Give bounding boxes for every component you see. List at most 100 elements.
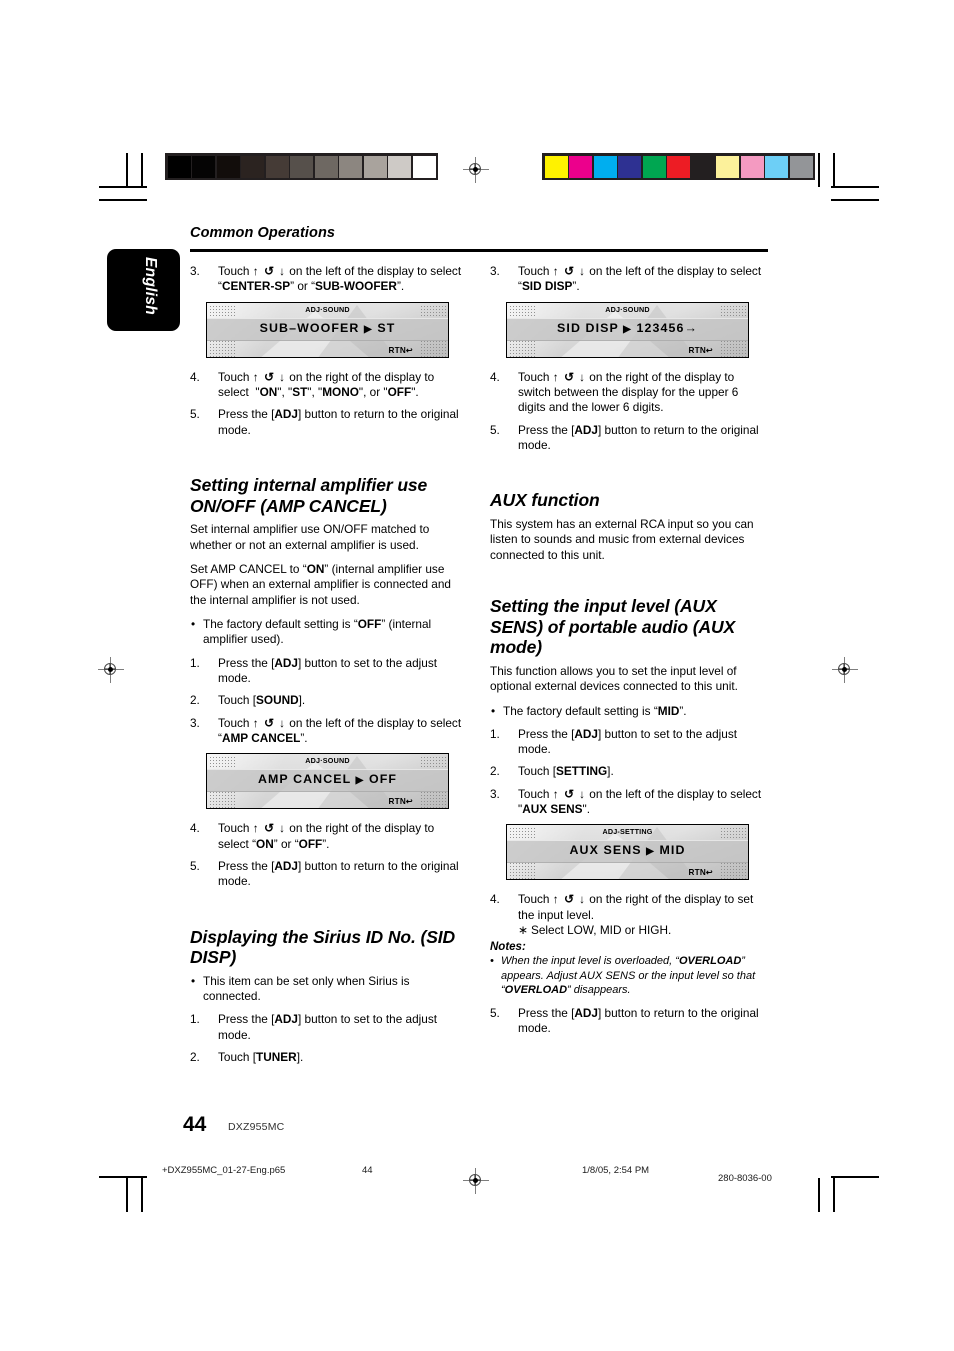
lcd-softkey-bottom-right[interactable] <box>720 339 746 357</box>
calibration-swatch-7 <box>339 155 362 178</box>
calibration-swatch-4 <box>265 155 289 178</box>
lcd-arrow-icon: ▶ <box>623 323 632 335</box>
step-r5: 5. Press the [ADJ] button to return to t… <box>490 423 765 454</box>
calibration-swatch-3 <box>241 155 264 178</box>
lcd-softkey-bottom-left[interactable] <box>209 791 235 809</box>
step-amp-1: 1. Press the [ADJ] button to set to the … <box>190 656 465 687</box>
calibration-swatch-1 <box>192 155 215 178</box>
footer-filename: +DXZ955MC_01-27-Eng.p65 <box>162 1165 286 1176</box>
step-number: 2. <box>490 764 500 779</box>
step-auxsens-3: 3. Touch ↑ ↺ ↓ on the left of the displa… <box>490 787 765 818</box>
auxsens-paragraph: This function allows you to set the inpu… <box>490 663 738 694</box>
lcd-return-label[interactable]: RTN↩ <box>689 867 714 877</box>
step-number: 3. <box>190 715 200 730</box>
notes-label: Notes: <box>490 941 526 954</box>
calibration-swatch-5 <box>290 155 313 178</box>
lcd-display-sid-disp: ADJ·SOUND SID DISP ▶ 123456→ RTN↩ <box>506 301 749 358</box>
language-tab: English <box>107 249 180 331</box>
registration-mark-right <box>832 657 858 683</box>
lcd-main-text: AUX SENS ▶ MID <box>507 841 748 860</box>
step-text: Press the [ADJ] button to return to the … <box>218 407 459 437</box>
amp-bullet-b: OFF <box>357 616 382 631</box>
crop-mark-tl-h2 <box>99 199 147 202</box>
bullet-dot-icon: • <box>191 973 196 988</box>
lcd-softkey-bottom-left[interactable] <box>509 862 535 880</box>
step-text: Press the [ADJ] button to set to the adj… <box>518 726 738 757</box>
calibration-swatch-3 <box>618 155 641 178</box>
amp-bullet-a: The factory default setting is “ <box>203 616 358 631</box>
step-number: 5. <box>490 422 500 437</box>
lcd-softkey-bottom-left[interactable] <box>509 339 535 357</box>
lcd-display-aux-sens: ADJ-SETTING AUX SENS ▶ MID RTN↩ <box>506 824 749 881</box>
step-amp-2: 2. Touch [SOUND]. <box>190 693 465 708</box>
step-l4: 4. Touch ↑ ↺ ↓ on the right of the displ… <box>190 370 465 401</box>
crop-mark-br-v2 <box>833 1178 836 1212</box>
auxsens-bullet-b: MID <box>657 703 680 718</box>
left-column: 3. Touch ↑ ↺ ↓ on the left of the displa… <box>190 264 465 1072</box>
step-text: Touch ↑ ↺ ↓ on the right of the display … <box>518 892 754 922</box>
note-b: OVERLOAD <box>678 955 742 968</box>
step-number: 2. <box>190 1050 200 1065</box>
lcd-softkey-bottom-right[interactable] <box>420 791 446 809</box>
calibration-swatch-8 <box>740 155 764 178</box>
lcd-softkey-bottom-left[interactable] <box>209 339 235 357</box>
calibration-swatch-10 <box>789 155 813 178</box>
auxsens-bullet-a: The factory default setting is “ <box>503 703 658 718</box>
aux-paragraph: This system has an external RCA input so… <box>490 516 754 562</box>
step-text: Touch ↑ ↺ ↓ on the left of the display t… <box>218 264 462 294</box>
crop-mark-br-v1 <box>818 1178 821 1212</box>
crop-mark-tr-v2 <box>833 153 836 187</box>
step-text: Press the [ADJ] button to set to the adj… <box>218 655 438 685</box>
section-title-aux-sens: Setting the input level (AUX SENS) of po… <box>490 595 736 658</box>
calibration-swatch-6 <box>314 155 338 178</box>
step-number: 1. <box>190 1012 200 1027</box>
calibration-swatch-1 <box>569 155 592 178</box>
calibration-swatch-4 <box>642 155 666 178</box>
footer-date: 1/8/05, 2:54 PM <box>582 1165 650 1176</box>
calibration-swatch-0 <box>544 155 568 178</box>
sid-bullet: • This item can be set only when Sirius … <box>190 974 465 1005</box>
crop-mark-bl-v2 <box>141 1178 144 1212</box>
touch-keys-glyph: ↑ ↺ ↓ <box>252 369 287 384</box>
note-a: When the input level is overloaded, “ <box>501 955 679 968</box>
calibration-swatch-8 <box>363 155 387 178</box>
auxsens-substep-text: Select LOW, MID or HIGH. <box>531 923 672 938</box>
step-text: Press the [ADJ] button to return to the … <box>518 422 759 452</box>
step-l5: 5. Press the [ADJ] button to return to t… <box>190 407 465 438</box>
color-calibration-strip <box>542 153 815 180</box>
lcd-main-text: SUB–WOOFER ▶ ST <box>207 319 448 338</box>
lcd-return-label[interactable]: RTN↩ <box>689 345 714 355</box>
calibration-swatch-5 <box>667 155 690 178</box>
step-amp-5: 5. Press the [ADJ] button to return to t… <box>190 859 465 890</box>
page-number: 44 <box>183 1113 207 1136</box>
lcd-softkey-bottom-right[interactable] <box>420 339 446 357</box>
step-number: 3. <box>490 264 500 278</box>
crop-mark-tr-v1 <box>818 153 821 187</box>
step-auxsens-1: 1. Press the [ADJ] button to set to the … <box>490 727 765 758</box>
lcd-display-subwoofer: ADJ·SOUND SUB–WOOFER ▶ ST RTN↩ <box>206 301 449 358</box>
amp-p2-b: ON <box>306 561 325 576</box>
step-text: Touch ↑ ↺ ↓ on the left of the display t… <box>518 264 762 294</box>
step-text: Press the [ADJ] button to return to the … <box>518 1005 759 1036</box>
calibration-swatch-9 <box>388 155 411 178</box>
lcd-mode-header: ADJ·SOUND <box>305 304 350 314</box>
step-number: 3. <box>490 786 500 801</box>
registration-mark-top <box>463 157 489 183</box>
section-title-amp-cancel: Setting internal amplifier use ON/OFF (A… <box>190 474 428 516</box>
section-title-sid-disp: Displaying the Sirius ID No. (SID DISP) <box>190 926 456 968</box>
lcd-softkey-bottom-right[interactable] <box>720 862 746 880</box>
step-text: Touch ↑ ↺ ↓ on the left of the display t… <box>218 715 462 745</box>
touch-keys-glyph: ↑ ↺ ↓ <box>252 821 287 836</box>
lcd-item-value: OFF <box>368 772 398 787</box>
lcd-return-label[interactable]: RTN↩ <box>389 796 414 806</box>
calibration-swatch-2 <box>593 155 617 178</box>
step-number: 4. <box>190 369 200 384</box>
step-text: Touch [SETTING]. <box>518 764 614 779</box>
lcd-return-label[interactable]: RTN↩ <box>389 345 414 355</box>
amp-paragraph-2: Set AMP CANCEL to “ON” (internal amplifi… <box>190 562 465 608</box>
step-number: 4. <box>490 369 500 384</box>
right-column: 3. Touch ↑ ↺ ↓ on the left of the displa… <box>490 264 765 1043</box>
amp-p2-a: Set AMP CANCEL to “ <box>190 561 307 576</box>
lcd-item-value: MID <box>659 843 686 858</box>
calibration-swatch-0 <box>167 155 191 178</box>
